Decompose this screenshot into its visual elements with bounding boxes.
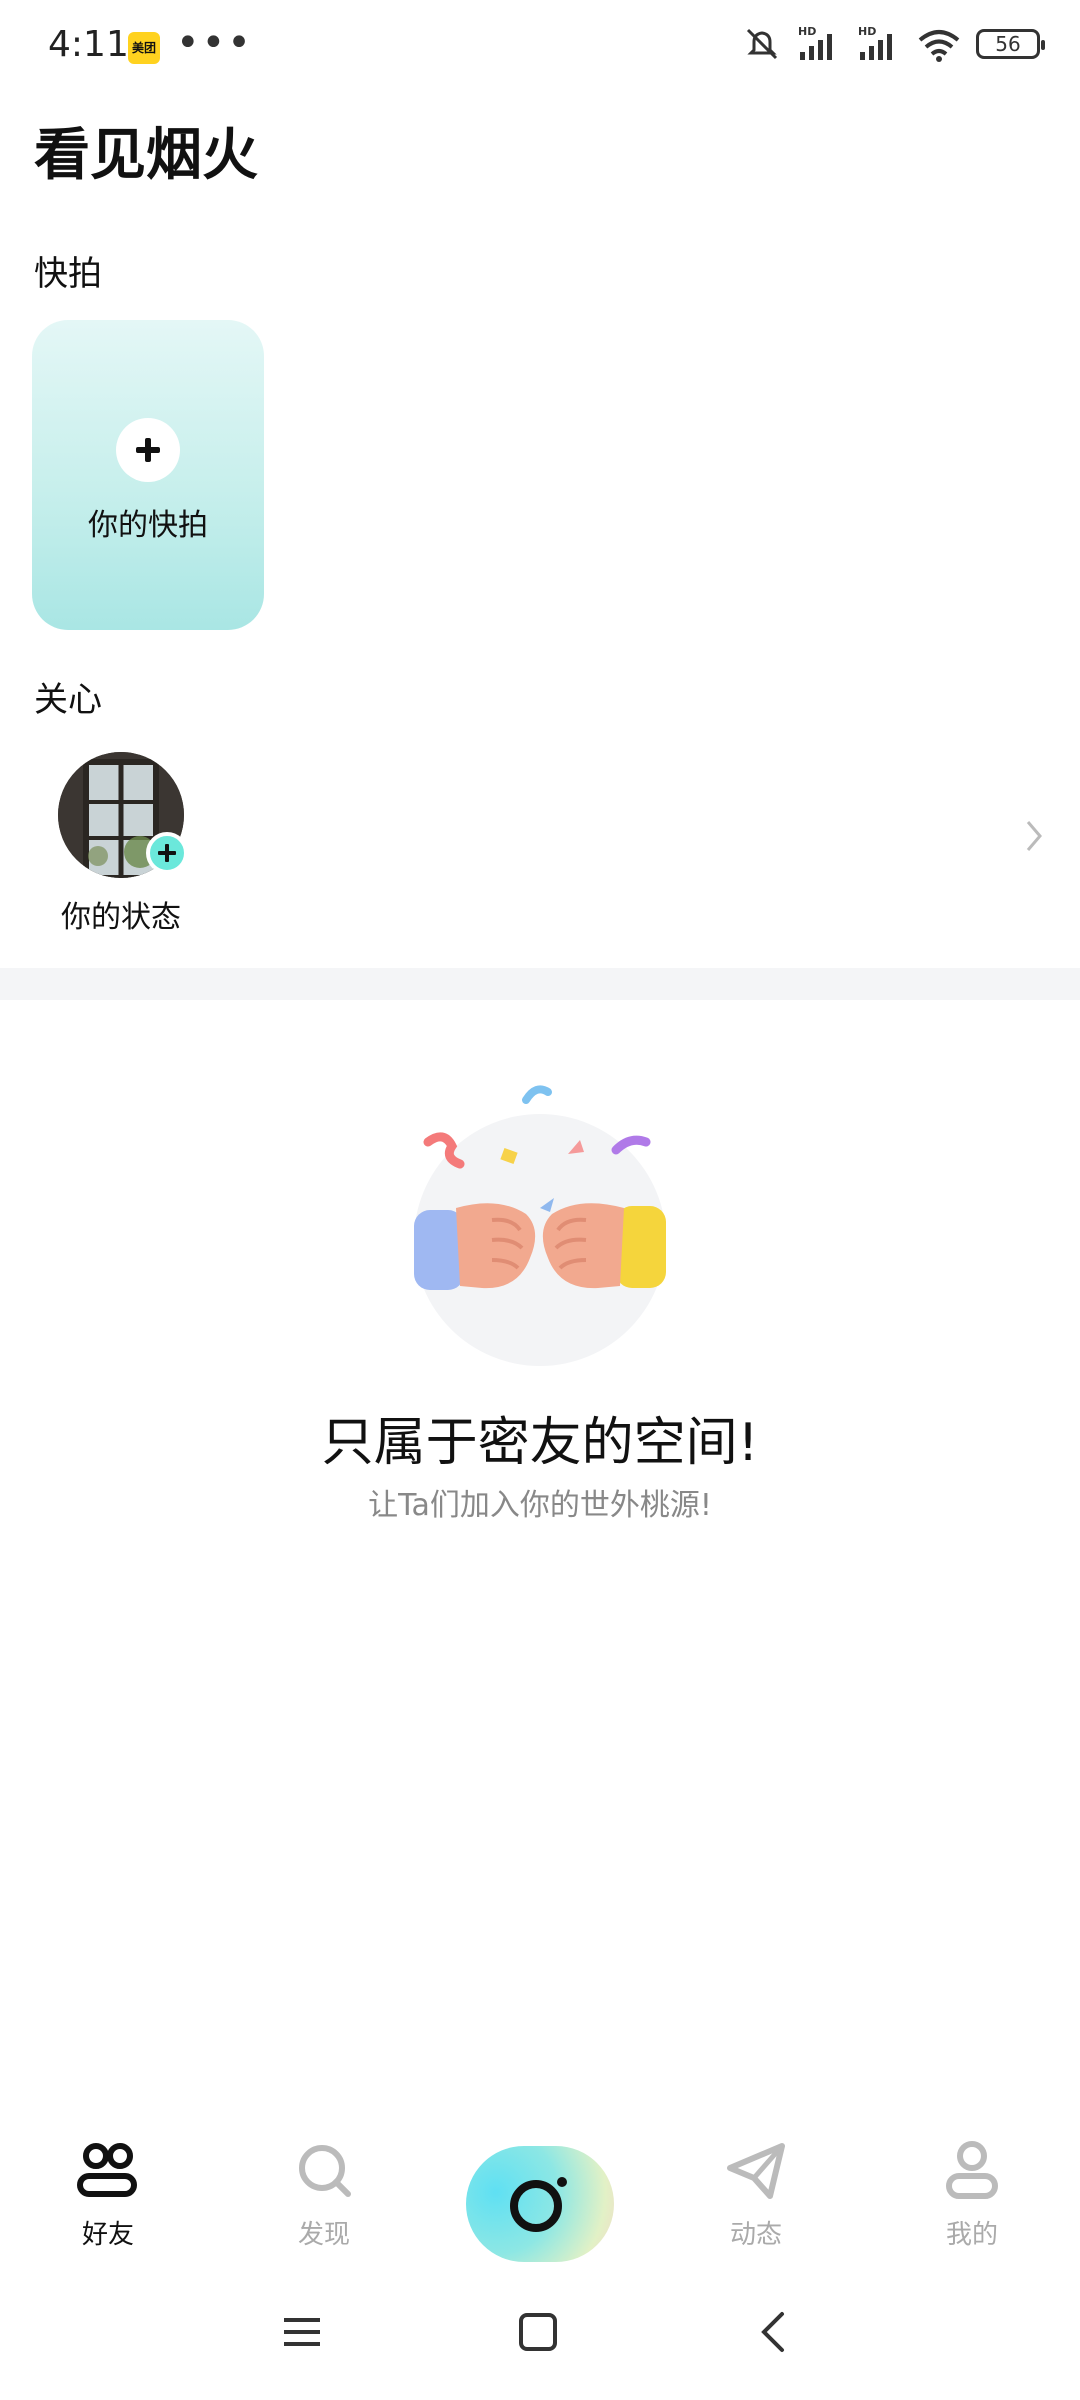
mute-icon <box>746 28 778 60</box>
signal-hd-2-icon: HD <box>858 25 892 60</box>
tab-friends[interactable]: 好友 <box>28 2130 188 2251</box>
plus-icon <box>116 418 180 482</box>
more-notifications-icon: ••• <box>176 20 253 66</box>
home-icon[interactable] <box>516 2310 560 2354</box>
empty-state-title: 只属于密友的空间! <box>321 1413 759 1473</box>
search-icon <box>299 2145 351 2197</box>
tab-moments-label: 动态 <box>729 2220 782 2250</box>
send-icon <box>727 2143 785 2199</box>
plus-icon <box>158 844 176 862</box>
friends-icon <box>77 2143 137 2197</box>
status-time: 4:11 <box>48 24 129 65</box>
tab-moments[interactable]: 动态 <box>676 2130 836 2251</box>
tab-me-label: 我的 <box>945 2220 998 2250</box>
camera-icon <box>510 2177 567 2232</box>
add-status-button[interactable] <box>146 832 188 874</box>
back-icon[interactable] <box>752 2310 796 2354</box>
my-snap-label: 你的快拍 <box>88 508 208 543</box>
camera-button[interactable] <box>466 2146 614 2262</box>
tab-friends-label: 好友 <box>81 2220 134 2250</box>
page-title: 看见烟火 <box>34 123 258 188</box>
friends-page: 4:11 美团 ••• HD HD 56 看见烟火 快拍 你的快拍 关心 你的状… <box>0 0 1080 2400</box>
svg-text:HD: HD <box>798 25 816 38</box>
snap-section-label: 快拍 <box>34 254 102 294</box>
wifi-icon <box>918 30 960 62</box>
signal-hd-1-icon: HD <box>798 25 832 60</box>
chevron-right-icon[interactable] <box>1024 818 1044 854</box>
fist-bump-illustration <box>414 1085 666 1366</box>
status-bar: 4:11 美团 ••• HD HD 56 <box>0 0 1080 90</box>
tab-discover-label: 发现 <box>297 2220 350 2250</box>
tab-discover[interactable]: 发现 <box>244 2130 404 2251</box>
my-snap-card[interactable]: 你的快拍 <box>32 320 264 630</box>
care-section-label: 关心 <box>34 680 102 720</box>
status-icons: HD HD 56 <box>742 24 1045 64</box>
empty-state-subtitle: 让Ta们加入你的世外桃源! <box>368 1488 712 1523</box>
svg-text:HD: HD <box>858 25 876 38</box>
my-status-label: 你的状态 <box>61 900 181 935</box>
section-divider <box>0 968 1080 1000</box>
menu-icon[interactable] <box>280 2310 324 2354</box>
battery-icon: 56 <box>976 29 1045 59</box>
person-icon <box>946 2141 998 2199</box>
tab-me[interactable]: 我的 <box>892 2130 1052 2251</box>
system-nav-bar <box>0 2290 1080 2380</box>
meituan-app-icon: 美团 <box>128 32 160 64</box>
